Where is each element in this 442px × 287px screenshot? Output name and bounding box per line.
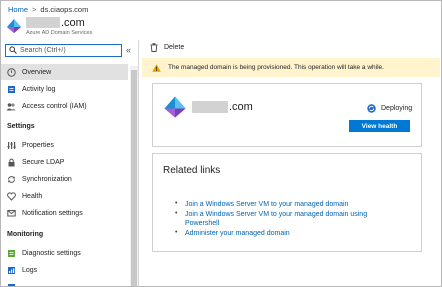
deploying-sync-icon [367,104,376,113]
sidebar-item-label: Notification settings [22,209,83,217]
bell-icon [6,208,16,218]
sidebar-item-synchronization[interactable]: Synchronization [1,171,128,187]
sidebar-item-overview[interactable]: Overview [1,64,128,80]
bullet: • [175,229,178,236]
heart-icon [6,191,16,201]
search-input[interactable] [20,45,120,55]
sidebar: « Overview Activity log Access control (… [1,40,139,286]
monitoring-heading: Monitoring [7,231,44,238]
status-label: Deploying [381,105,413,112]
sidebar-item-label: Overview [22,68,52,76]
domain-name-row: .com [163,95,253,119]
domain-name: .com [229,101,253,113]
link-administer-domain[interactable]: Administer your managed domain [185,229,290,238]
search-icon [9,46,17,54]
redacted-title [26,17,60,28]
diagnostic-icon [6,248,16,258]
page-header: .com Azure AD Domain Services [6,13,92,39]
warning-message: The managed domain is being provisioned.… [168,64,384,71]
link-join-vm-powershell[interactable]: Join a Windows Server VM to your managed… [185,210,395,228]
collapse-sidebar-button[interactable]: « [126,45,131,55]
workbook-icon [6,282,16,286]
sidebar-item-partial[interactable] [1,279,128,286]
deployment-status: Deploying [367,104,412,113]
sidebar-item-access-control[interactable]: Access control (IAM) [1,98,128,114]
sidebar-item-label: Access control (IAM) [22,102,87,110]
sidebar-item-logs[interactable]: Logs [1,262,128,278]
page-title: .com [61,16,85,29]
domain-status-card: .com Deploying View health [152,83,422,147]
sidebar-item-notification-settings[interactable]: Notification settings [1,205,128,221]
sidebar-item-label: Logs [22,266,38,274]
sidebar-item-health[interactable]: Health [1,188,128,204]
domain-services-icon [6,18,22,34]
sidebar-scroll-thumb[interactable] [131,70,137,286]
provisioning-warning-banner: The managed domain is being provisioned.… [142,58,440,77]
sidebar-item-properties[interactable]: Properties [1,137,128,153]
settings-heading: Settings [7,123,35,130]
view-health-button[interactable]: View health [349,120,410,132]
related-links-card: Related links • Join a Windows Server VM… [152,153,422,252]
sidebar-item-label: Health [22,192,43,200]
sidebar-item-diagnostic-settings[interactable]: Diagnostic settings [1,245,128,261]
trash-icon [150,42,158,52]
sidebar-item-secure-ldap[interactable]: Secure LDAP [1,154,128,170]
sidebar-item-label: Activity log [22,85,56,93]
link-join-vm[interactable]: Join a Windows Server VM to your managed… [185,200,348,209]
related-links-title: Related links [163,165,221,176]
sidebar-search-row: « [5,42,137,58]
warning-icon [152,63,161,72]
delete-button[interactable]: Delete [150,42,185,52]
sidebar-item-label: Secure LDAP [22,158,65,166]
people-icon [6,101,16,111]
logs-icon [6,265,16,275]
lock-icon [6,157,16,167]
sync-icon [6,174,16,184]
page-subtitle: Azure AD Domain Services [26,29,93,36]
bullet: • [175,210,178,217]
properties-icon [6,140,16,150]
bullet: • [175,200,178,207]
sidebar-scrollbar[interactable] [130,66,138,286]
sidebar-item-label: Synchronization [22,175,72,183]
sidebar-item-label: Properties [22,141,54,149]
domain-services-icon [164,96,186,118]
delete-button-label: Delete [164,43,185,51]
sidebar-item-activity-log[interactable]: Activity log [1,81,128,97]
overview-icon [6,67,16,77]
activity-log-icon [6,84,16,94]
search-box[interactable] [5,43,122,57]
sidebar-item-label: Diagnostic settings [22,249,81,257]
command-bar: Delete [150,40,184,54]
redacted-domain-name [192,101,228,113]
